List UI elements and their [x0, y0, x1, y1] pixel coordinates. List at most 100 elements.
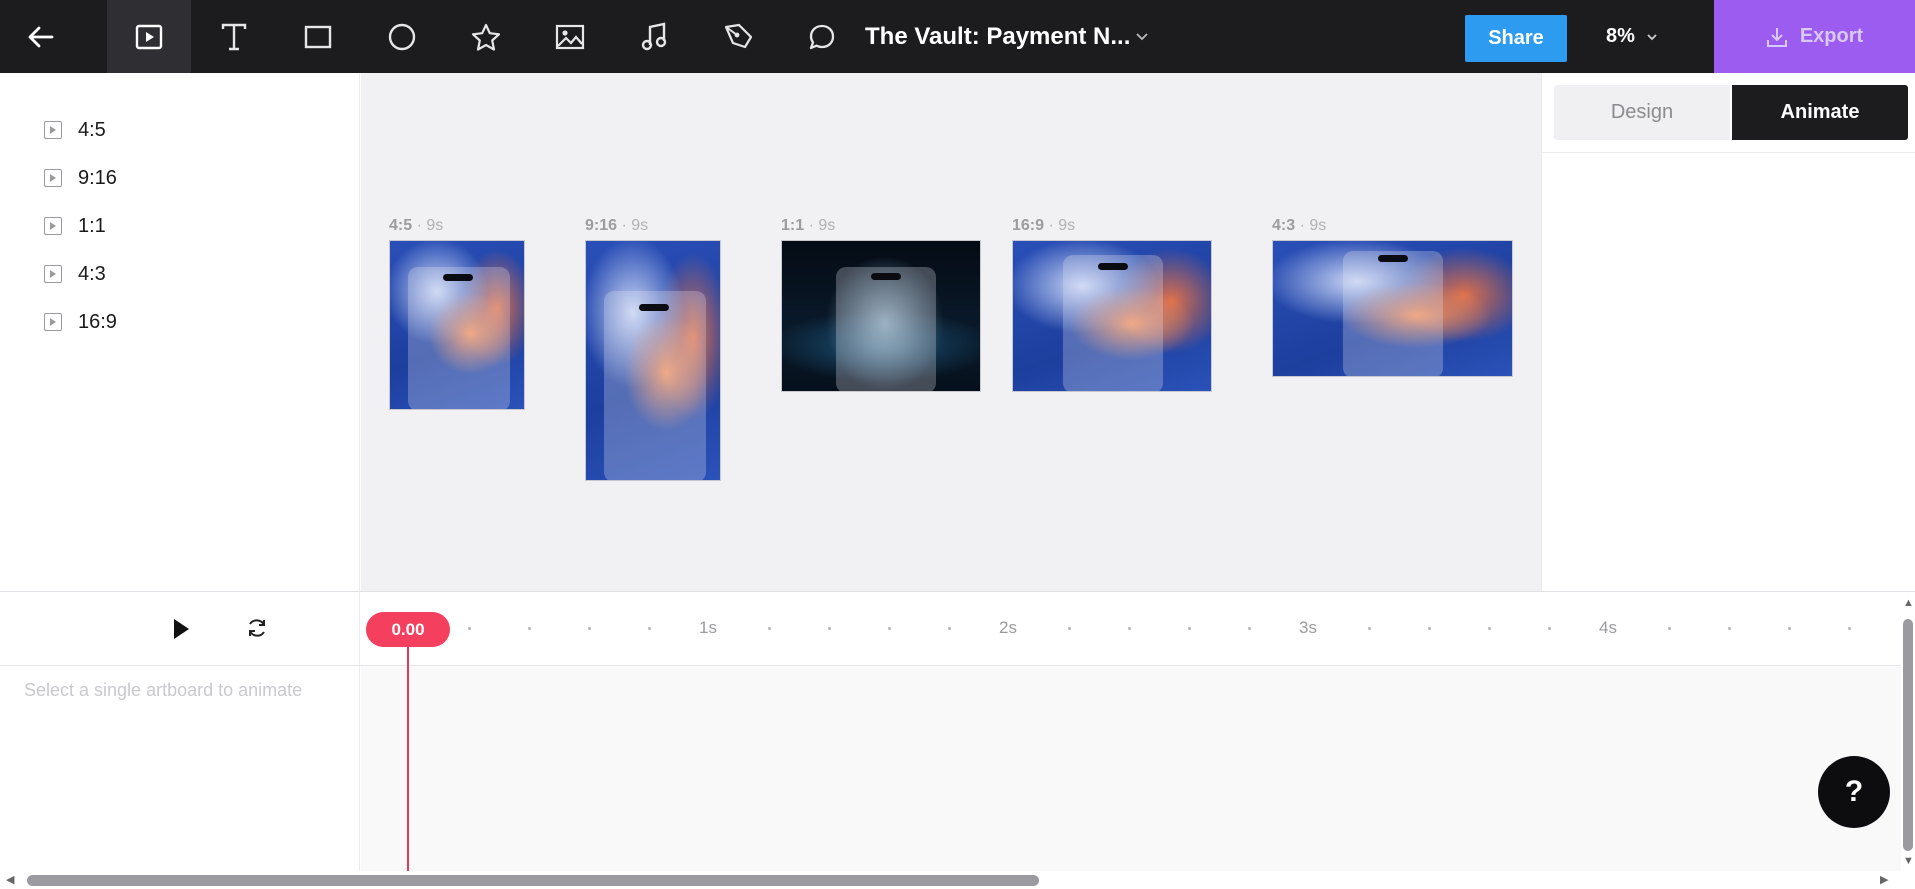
- image-tool-icon[interactable]: [528, 0, 612, 73]
- scroll-down-arrow-icon[interactable]: ▼: [1903, 855, 1914, 867]
- tick: [1788, 627, 1791, 630]
- artboard-item-1-1[interactable]: 1:1: [44, 211, 106, 241]
- dynamic-island: [1378, 255, 1408, 262]
- tab-animate[interactable]: Animate: [1732, 85, 1908, 140]
- layer-list: Select a single artboard to animate: [0, 666, 360, 871]
- artboard-list-panel: 4:5 9:16 1:1 4:3 16:9: [0, 73, 360, 591]
- artboard-ratio: 9:16: [585, 217, 618, 234]
- scroll-left-arrow-icon[interactable]: ◀: [6, 873, 14, 886]
- artboard-item-4-5[interactable]: 4:5: [44, 115, 106, 145]
- tick-label: 3s: [1299, 618, 1317, 637]
- dynamic-island: [1098, 263, 1128, 270]
- zoom-dropdown[interactable]: 8%: [1606, 0, 1659, 73]
- artboard-4-5[interactable]: [389, 240, 525, 410]
- tick: [1848, 627, 1851, 630]
- scrollbar-thumb[interactable]: [1903, 619, 1913, 851]
- share-button[interactable]: Share: [1465, 15, 1567, 62]
- artboard-label: 16:9 · 9s: [1012, 217, 1076, 234]
- zoom-value: 8%: [1606, 25, 1635, 47]
- ellipse-tool-icon[interactable]: [360, 0, 444, 73]
- artboard-duration: 9s: [1058, 217, 1076, 234]
- canvas-area[interactable]: 4:5 · 9s 9:16 · 9s 1:1 · 9s 16:9 · 9s 4:…: [361, 73, 1541, 591]
- tick: [888, 627, 891, 630]
- tick: [948, 627, 951, 630]
- tick: [1128, 627, 1131, 630]
- music-tool-icon[interactable]: [612, 0, 696, 73]
- tick-label: 4s: [1599, 618, 1617, 637]
- artboard-ratio: 4:3: [1272, 217, 1296, 234]
- tick: [468, 627, 471, 630]
- artboard-item-label: 16:9: [78, 310, 117, 333]
- artboard-item-4-3[interactable]: 4:3: [44, 259, 106, 289]
- artboard-item-16-9[interactable]: 16:9: [44, 307, 117, 337]
- phone-mockup: [408, 267, 510, 409]
- timeline-hint: Select a single artboard to animate: [24, 680, 303, 700]
- artboard-icon: [44, 169, 62, 187]
- tick-label: 1s: [699, 618, 717, 637]
- artboard-duration: 9s: [818, 217, 836, 234]
- tick: [1188, 627, 1191, 630]
- artboard-label: 4:3 · 9s: [1272, 217, 1327, 234]
- play-icon[interactable]: [170, 616, 192, 647]
- tick: [1668, 627, 1671, 630]
- tick: [1428, 627, 1431, 630]
- tick: [1728, 627, 1731, 630]
- artboard-label: 4:5 · 9s: [389, 217, 444, 234]
- artboard-9-16[interactable]: [585, 240, 721, 481]
- artboard-4-3[interactable]: [1272, 240, 1513, 377]
- document-title[interactable]: The Vault: Payment N...: [865, 0, 1130, 73]
- dynamic-island: [443, 274, 473, 281]
- help-button[interactable]: ?: [1818, 756, 1890, 828]
- artboard-item-9-16[interactable]: 9:16: [44, 163, 117, 193]
- text-tool-icon[interactable]: [192, 0, 276, 73]
- artboard-icon: [44, 121, 62, 139]
- playback-controls: [0, 592, 360, 665]
- phone-mockup: [1343, 251, 1443, 376]
- artboard-item-label: 4:5: [78, 118, 106, 141]
- scrollbar-thumb[interactable]: [27, 875, 1039, 886]
- scroll-up-arrow-icon[interactable]: ▲: [1903, 597, 1914, 609]
- artboard-icon: [44, 217, 62, 235]
- app-window: The Vault: Payment N... Share 8% Export …: [0, 0, 1915, 889]
- tick: [1248, 627, 1251, 630]
- artboard-1-1[interactable]: [781, 240, 981, 392]
- chevron-down-icon: [1647, 33, 1657, 40]
- timeline-horizontal-scrollbar[interactable]: ◀ ▶: [0, 871, 1915, 889]
- artboard-duration: 9s: [631, 217, 649, 234]
- timeline-track[interactable]: [361, 666, 1901, 871]
- timeline-panel: 1s 2s 3s 4s Select a single artboard to …: [0, 591, 1915, 889]
- back-arrow-icon[interactable]: [0, 0, 82, 73]
- artboard-item-label: 4:3: [78, 262, 106, 285]
- tab-design[interactable]: Design: [1554, 85, 1730, 140]
- timeline-vertical-scrollbar[interactable]: ▲ ▼: [1901, 597, 1915, 869]
- tick: [1068, 627, 1071, 630]
- download-icon: [1766, 27, 1787, 47]
- artboard-item-label: 9:16: [78, 166, 117, 189]
- phone-mockup: [1063, 255, 1163, 391]
- artboard-tool-icon[interactable]: [107, 0, 191, 73]
- artboard-16-9[interactable]: [1012, 240, 1212, 392]
- artboard-duration: 9s: [1309, 217, 1327, 234]
- dynamic-island: [871, 273, 901, 280]
- tick-label: 2s: [999, 618, 1017, 637]
- export-label: Export: [1799, 25, 1864, 47]
- dynamic-island: [639, 304, 669, 311]
- scroll-right-arrow-icon[interactable]: ▶: [1880, 873, 1888, 886]
- artboard-label: 1:1 · 9s: [781, 217, 836, 234]
- tick: [1548, 627, 1551, 630]
- comment-tool-icon[interactable]: [780, 0, 864, 73]
- pen-tool-icon[interactable]: [696, 0, 780, 73]
- time-ruler[interactable]: 1s 2s 3s 4s: [361, 592, 1901, 665]
- loop-icon[interactable]: [245, 616, 269, 645]
- artboard-icon: [44, 313, 62, 331]
- tick: [1488, 627, 1491, 630]
- chevron-down-icon[interactable]: [1132, 26, 1152, 51]
- tick: [828, 627, 831, 630]
- rectangle-tool-icon[interactable]: [276, 0, 360, 73]
- phone-mockup: [604, 291, 706, 480]
- export-button[interactable]: Export: [1714, 0, 1915, 73]
- star-tool-icon[interactable]: [444, 0, 528, 73]
- current-time-badge[interactable]: 0.00: [366, 612, 450, 647]
- playhead[interactable]: [407, 647, 409, 872]
- properties-panel: Design Animate: [1541, 73, 1915, 591]
